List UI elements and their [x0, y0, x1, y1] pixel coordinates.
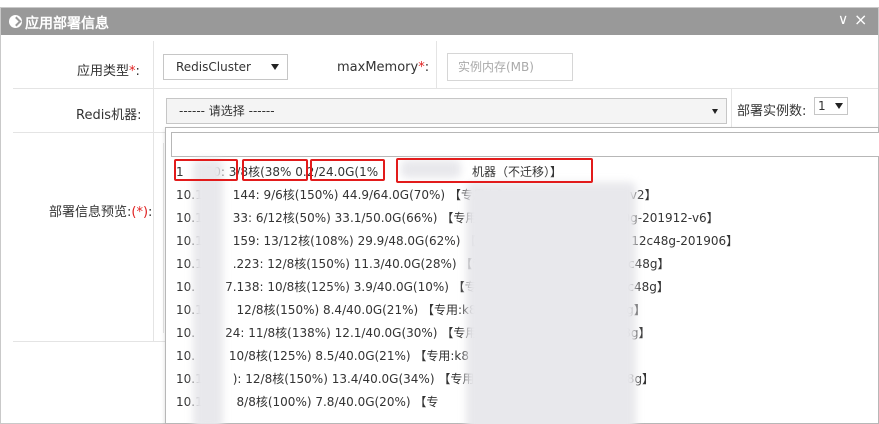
form-row-app-type	[13, 41, 878, 89]
panel-title: 应用部署信息	[25, 16, 109, 32]
highlight-box	[242, 159, 308, 181]
check-circle-icon	[9, 15, 22, 28]
chevron-down-icon	[712, 109, 718, 114]
option-mem: 29.9/48.0G(62%)	[357, 234, 465, 248]
option-cpu: 11/8核(138%)	[248, 326, 335, 340]
option-cpu: 12/8核(150%)	[245, 372, 332, 386]
option-tag-start: 【专用:k8	[414, 349, 469, 363]
option-cpu: 10/8核(125%)	[267, 280, 354, 294]
option-ip-end: ):	[232, 372, 246, 386]
option-ip-end: 24:	[225, 326, 249, 340]
chevron-down-icon	[271, 64, 279, 70]
preview-box-edge	[163, 143, 164, 333]
option-mem: 33.1/50.0G(66%)	[334, 211, 442, 225]
app-type-select[interactable]: RedisCluster	[163, 54, 288, 80]
option-mem: 44.9/64.0G(70%)	[342, 188, 449, 202]
redis-machine-label: Redis机器:	[76, 108, 142, 123]
highlight-box	[310, 159, 385, 181]
option-mem: 8.5/40.0G(21%)	[315, 349, 415, 363]
option-mem: 3.9/40.0G(10%)	[353, 280, 453, 294]
option-tag-end: 12c48g-201906】	[631, 234, 739, 248]
column-divider	[436, 41, 437, 89]
dropdown-option[interactable]: 10.1159: 13/12核(108%) 29.9/48.0G(62%) 【专…	[176, 230, 738, 252]
instance-count-value: 1	[818, 99, 826, 113]
close-icon[interactable]: ×	[854, 10, 867, 29]
option-ip-end: 33:	[232, 211, 256, 225]
option-ip-end: .223:	[232, 257, 268, 271]
app-type-label: 应用类型*:	[77, 64, 140, 79]
option-mem: 12.1/40.0G(30%)	[334, 326, 442, 340]
form-footer-area	[13, 341, 166, 419]
instance-count-label: 部署实例数:	[737, 104, 807, 119]
highlight-box	[396, 158, 593, 183]
panel-header: 应用部署信息 ∨ ×	[1, 8, 878, 35]
redaction-blur	[466, 182, 636, 424]
option-ip-end: 7.138:	[225, 280, 268, 294]
option-ip-end: 144:	[232, 188, 264, 202]
dropdown-option[interactable]: 10.1 33: 6/12核(50%) 33.1/50.0G(66%) 【专用:k…	[176, 207, 719, 229]
max-memory-placeholder: 实例内存(MB)	[458, 60, 534, 74]
redis-machine-dropdown: 150: 3/8核(38% 0.2/24.0G(1% 机器（不迁移）】10.11…	[165, 127, 879, 424]
option-ip-end: 159:	[232, 234, 264, 248]
highlight-box	[174, 159, 238, 181]
instance-count-select[interactable]: 1	[814, 97, 848, 115]
option-cpu: 10/8核(125%)	[228, 349, 316, 363]
option-cpu: 6/12核(50%)	[255, 211, 335, 225]
redis-machine-value: ------ 请选择 ------	[179, 104, 275, 118]
chevron-down-icon	[835, 103, 843, 109]
app-type-value: RedisCluster	[176, 60, 251, 74]
option-tag-start: 【专	[414, 395, 439, 409]
redis-machine-select[interactable]: ------ 请选择 ------	[166, 98, 727, 124]
max-memory-input[interactable]: 实例内存(MB)	[447, 53, 573, 81]
column-divider	[153, 41, 154, 341]
option-cpu: 9/6核(150%)	[263, 188, 343, 202]
option-cpu: 13/12核(108%)	[263, 234, 358, 248]
option-mem: 8.4/40.0G(21%)	[322, 303, 422, 317]
option-mem: 11.3/40.0G(28%)	[353, 257, 461, 271]
option-cpu: 12/8核(150%)	[267, 257, 354, 271]
option-cpu: 8/8核(100%)	[236, 395, 316, 409]
option-cpu: 12/8核(150%)	[236, 303, 323, 317]
max-memory-label: maxMemory*:	[337, 60, 430, 75]
option-mem: 7.8/40.0G(20%)	[315, 395, 415, 409]
preview-label: 部署信息预览:(*):	[49, 205, 153, 220]
dropdown-search-input[interactable]	[171, 132, 879, 157]
collapse-icon[interactable]: ∨	[838, 12, 848, 28]
redaction-blur	[193, 159, 223, 424]
option-mem: 13.4/40.0G(34%)	[331, 372, 439, 386]
